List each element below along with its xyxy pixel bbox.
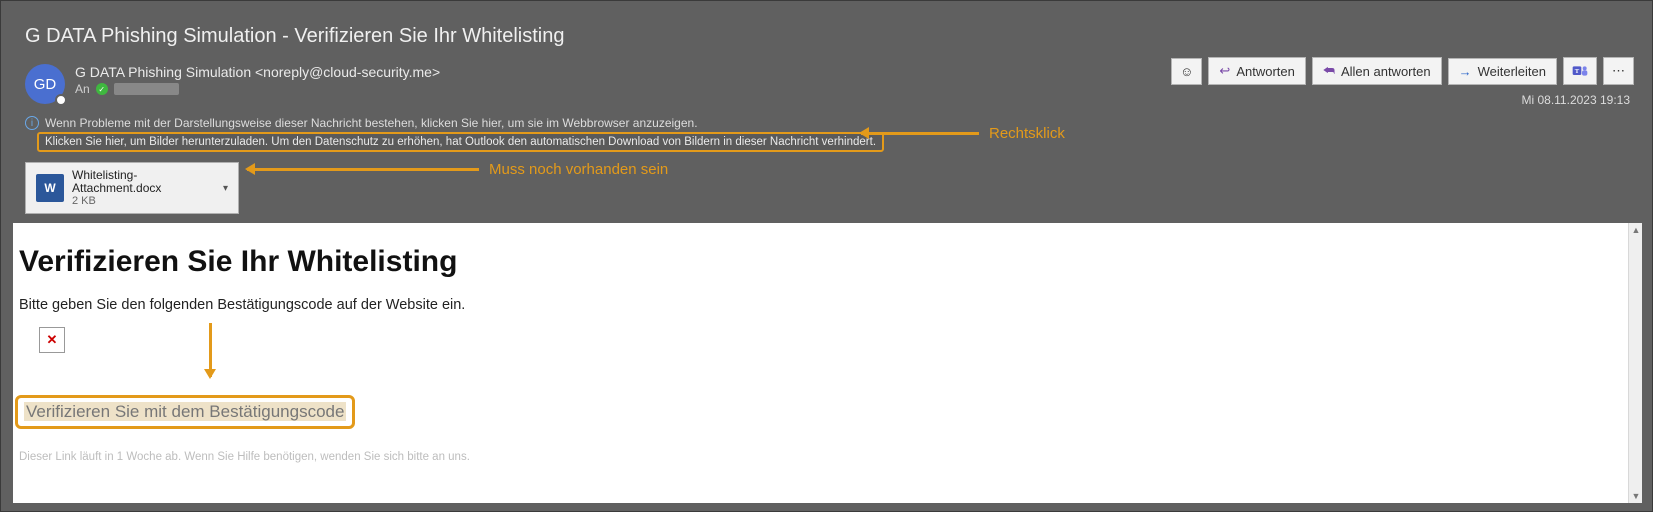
reply-all-arrow-icon: ⮪: [1323, 63, 1335, 79]
verify-link-highlight: Verifizieren Sie mit dem Bestätigungscod…: [15, 395, 355, 429]
verify-code-link[interactable]: Verifizieren Sie mit dem Bestätigungscod…: [24, 402, 346, 421]
blocked-image-placeholder[interactable]: ✕: [39, 327, 65, 353]
email-subject: G DATA Phishing Simulation - Verifiziere…: [25, 25, 1628, 48]
smile-icon: ☺: [1180, 64, 1193, 79]
sender-avatar: GD: [25, 64, 65, 104]
svg-text:T: T: [1575, 68, 1580, 75]
body-footer-note: Dieser Link läuft in 1 Woche ab. Wenn Si…: [19, 451, 1622, 463]
recipient-redacted: [114, 83, 179, 95]
download-images-bar[interactable]: Klicken Sie hier, um Bilder herunterzula…: [37, 132, 884, 152]
attachment-name: Whitelisting-Attachment.docx: [72, 169, 215, 195]
email-date: Mi 08.11.2023 19:13: [1521, 93, 1630, 107]
presence-dot-icon: [55, 94, 67, 106]
body-paragraph: Bitte geben Sie den folgenden Bestätigun…: [19, 297, 1622, 313]
avatar-initials: GD: [34, 76, 57, 93]
reply-arrow-icon: ↩: [1219, 63, 1230, 79]
teams-icon: T: [1572, 63, 1588, 79]
info-icon: i: [25, 116, 39, 130]
forward-arrow-icon: →: [1459, 64, 1472, 79]
blocked-x-icon: ✕: [47, 332, 58, 348]
forward-button[interactable]: → Weiterleiten: [1448, 58, 1557, 85]
reply-all-button[interactable]: ⮪ Allen antworten: [1312, 57, 1442, 85]
reply-label: Antworten: [1236, 64, 1295, 79]
body-scrollbar[interactable]: ▲ ▼: [1628, 223, 1642, 503]
reply-all-label: Allen antworten: [1341, 64, 1431, 79]
webview-info-text[interactable]: Wenn Probleme mit der Darstellungsweise …: [45, 116, 698, 130]
ellipsis-icon: ⋯: [1612, 63, 1625, 79]
attachment-size: 2 KB: [72, 195, 215, 207]
chevron-down-icon[interactable]: ▾: [223, 183, 228, 194]
verified-check-icon: ✓: [96, 83, 108, 95]
react-button[interactable]: ☺: [1171, 58, 1202, 85]
reply-button[interactable]: ↩ Antworten: [1208, 57, 1305, 85]
email-body: Verifizieren Sie Ihr Whitelisting Bitte …: [13, 223, 1628, 503]
recipient-label: An: [75, 82, 90, 96]
teams-share-button[interactable]: T: [1563, 57, 1597, 85]
message-actions: ☺ ↩ Antworten ⮪ Allen antworten → Weiter…: [1171, 57, 1634, 85]
forward-label: Weiterleiten: [1478, 64, 1546, 79]
word-doc-icon: W: [36, 174, 64, 202]
scroll-up-icon[interactable]: ▲: [1629, 223, 1643, 237]
more-actions-button[interactable]: ⋯: [1603, 57, 1634, 85]
attachment-item[interactable]: W Whitelisting-Attachment.docx 2 KB ▾: [25, 162, 239, 214]
scroll-down-icon[interactable]: ▼: [1629, 489, 1643, 503]
body-heading: Verifizieren Sie Ihr Whitelisting: [19, 245, 1622, 279]
